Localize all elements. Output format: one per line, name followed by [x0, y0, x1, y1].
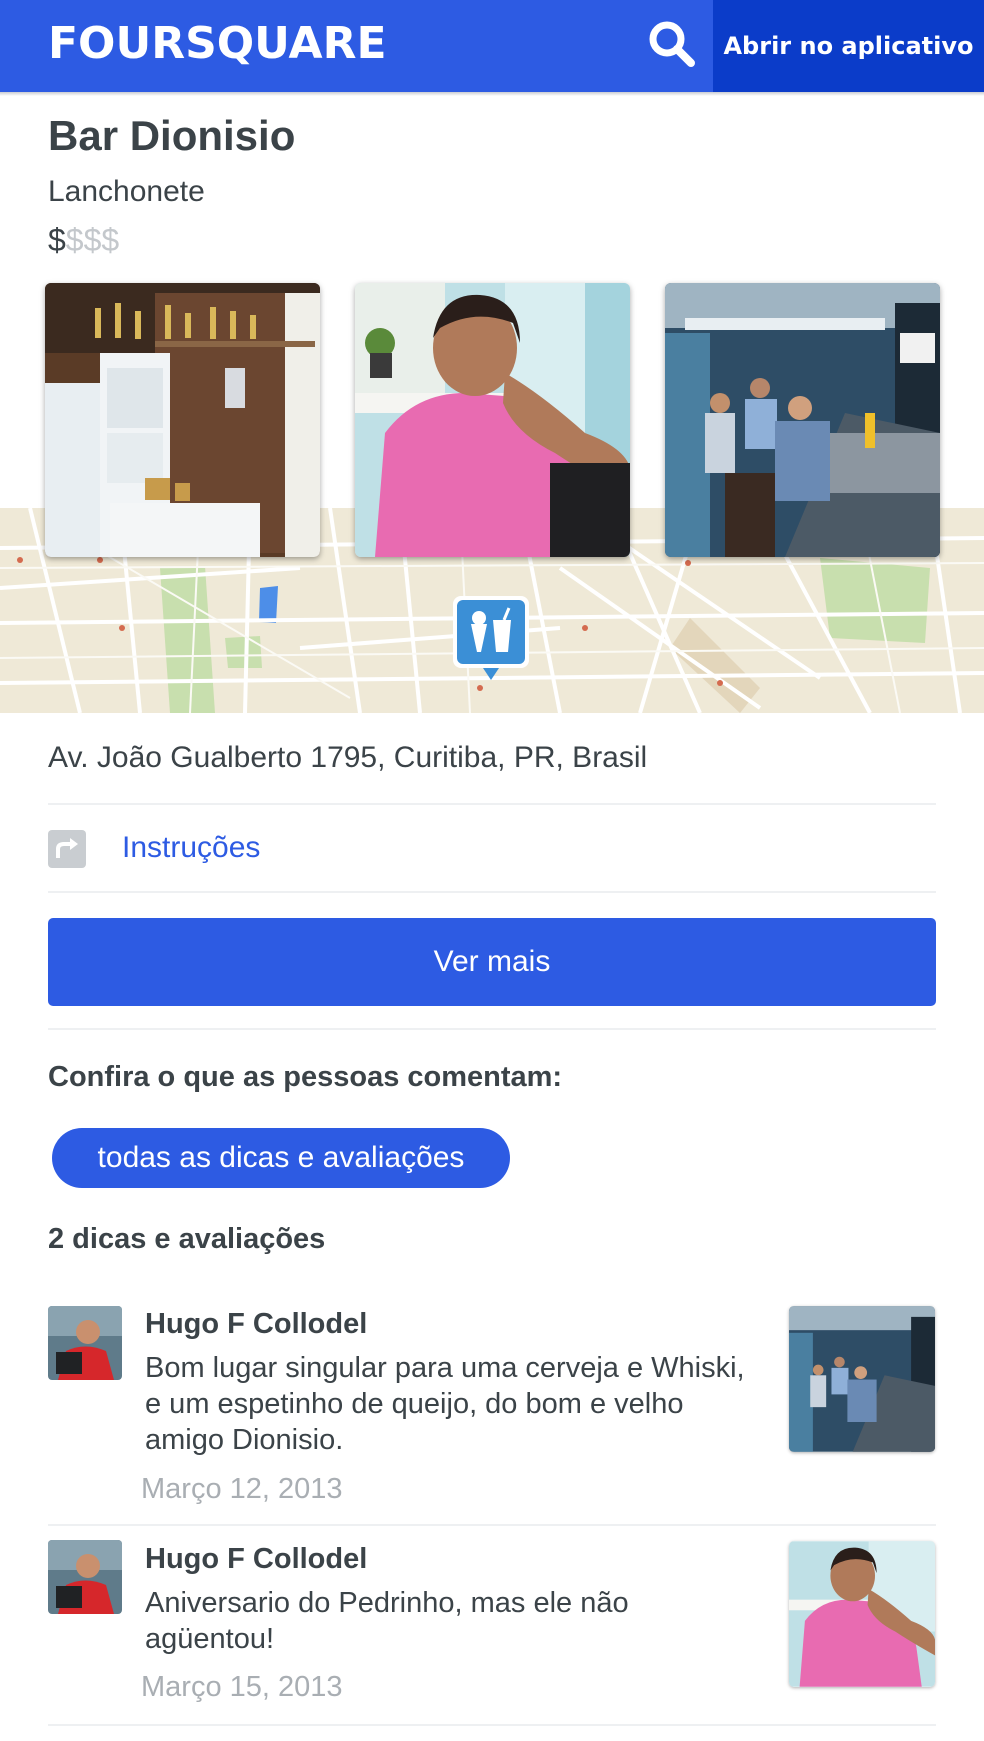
see-more-button[interactable]: Ver mais — [48, 918, 936, 1006]
price-inactive: $$$ — [65, 222, 120, 258]
tip-text: Aniversario do Pedrinho, mas ele não agü… — [145, 1587, 629, 1655]
map-pin[interactable] — [451, 594, 531, 684]
turn-right-arrow-icon[interactable] — [48, 830, 86, 868]
divider — [48, 1028, 936, 1030]
price-tier: $$$$ — [48, 220, 119, 260]
foursquare-logo[interactable]: FOURSQUARE — [48, 18, 387, 70]
venue-name: Bar Dionisio — [48, 112, 296, 159]
avatar[interactable] — [48, 1540, 122, 1614]
tip-date: Março 12, 2013 — [141, 1473, 343, 1505]
tip-photo[interactable] — [789, 1306, 935, 1452]
tip-text: Bom lugar singular para uma cerveja e Wh… — [145, 1352, 745, 1456]
bar-shelves-photo[interactable] — [45, 283, 320, 557]
divider — [48, 891, 936, 893]
divider — [48, 1524, 936, 1526]
top-bar: FOURSQUARE Abrir no aplicativo — [0, 0, 984, 92]
open-in-app-button[interactable]: Abrir no aplicativo — [713, 0, 984, 92]
directions-link[interactable]: Instruções — [122, 828, 260, 868]
all-tips-button[interactable]: todas as dicas e avaliações — [52, 1128, 510, 1188]
food-drink-pin-icon[interactable] — [451, 594, 531, 684]
bar-counter-photo[interactable] — [665, 283, 940, 557]
reviews-section-title: Confira o que as pessoas comentam: — [48, 1061, 563, 1093]
avatar[interactable] — [48, 1306, 122, 1380]
tip-author[interactable]: Hugo F Collodel — [145, 1305, 367, 1343]
tip-photo[interactable] — [789, 1541, 935, 1687]
tip-date: Março 15, 2013 — [141, 1671, 343, 1703]
price-active: $ — [48, 222, 66, 258]
venue-address: Av. João Gualberto 1795, Curitiba, PR, B… — [48, 741, 648, 774]
tips-count: 2 dicas e avaliações — [48, 1223, 326, 1255]
top-bar-shadow — [0, 92, 984, 96]
search-button[interactable] — [644, 16, 700, 72]
divider — [48, 1724, 936, 1726]
search-icon[interactable] — [644, 16, 700, 72]
man-in-pink-shirt-photo[interactable] — [355, 283, 630, 557]
venue-category[interactable]: Lanchonete — [48, 172, 205, 212]
divider — [48, 803, 936, 805]
tip-author[interactable]: Hugo F Collodel — [145, 1540, 367, 1578]
